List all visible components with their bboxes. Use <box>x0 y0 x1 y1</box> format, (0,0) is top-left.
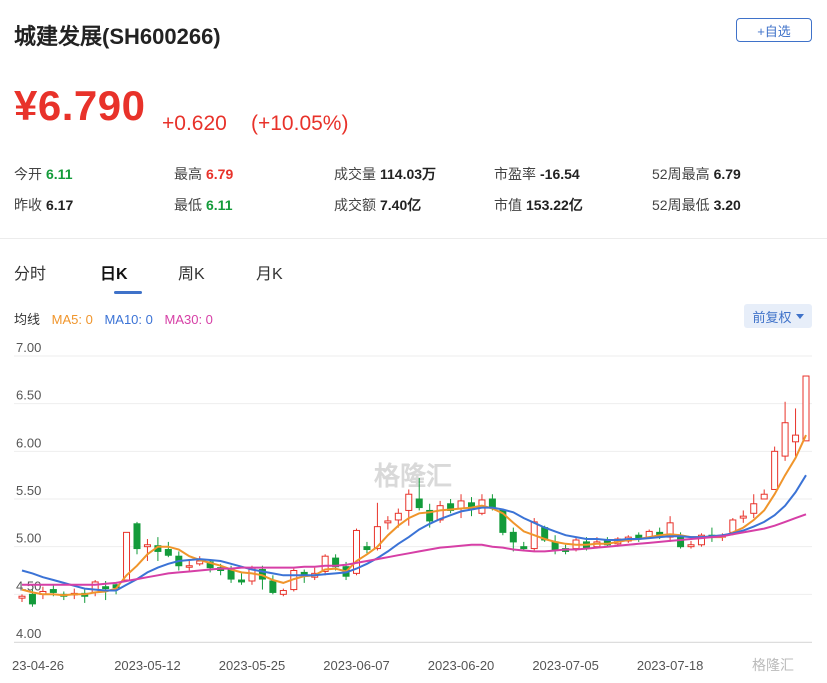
candle-body <box>49 589 57 593</box>
candle-body <box>781 422 789 457</box>
candle-body <box>185 565 193 568</box>
candle-body <box>164 549 172 556</box>
price-change-pct: (+10.05%) <box>251 112 349 135</box>
y-tick-label: 6.50 <box>16 388 41 403</box>
kline-chart[interactable]: 7.006.506.005.505.004.504.00格隆汇23-04-26 2… <box>0 340 827 683</box>
tab-3[interactable]: 月K <box>256 260 283 284</box>
stat-value: 6.79 <box>713 166 741 182</box>
stat-9: 52周最低 3.20 <box>652 195 741 215</box>
candle-body <box>750 503 758 514</box>
dropdown-caret-icon <box>795 313 804 319</box>
stat-value: 6.17 <box>46 197 74 213</box>
stat-value: 114.03万 <box>380 166 437 182</box>
quote-stats: 今开 6.11 最高 6.79 成交量 114.03万 市盈率 -16.54 52周最高 6.79… <box>14 164 814 224</box>
ma-legend: 均线 MA5: 0 MA10: 0 MA30: 0 <box>14 309 221 328</box>
stat-label: 52周最高 <box>652 166 710 182</box>
ma-label: 均线 <box>14 312 41 327</box>
stat-label: 成交量 <box>334 166 376 182</box>
x-tick-label: 2023-06-20 <box>428 658 495 673</box>
stat-value: 6.11 <box>206 197 233 213</box>
stat-6: 最低 6.11 <box>174 195 232 215</box>
candle-body <box>739 515 747 519</box>
stat-label: 今开 <box>14 166 42 182</box>
y-tick-label: 4.00 <box>16 626 41 641</box>
candle-body <box>18 595 26 599</box>
candle-body <box>28 593 36 605</box>
watermark-text: 格隆汇 <box>374 461 452 492</box>
ma-line-ma5 <box>21 434 807 597</box>
stat-0: 今开 6.11 <box>14 164 72 184</box>
stat-label: 最低 <box>174 197 202 213</box>
candle-body <box>405 493 413 511</box>
corner-watermark: 格隆汇 <box>752 658 794 674</box>
candle-body <box>133 523 141 550</box>
period-tabs: 分时 日K 周K 月K <box>14 260 414 296</box>
candle-body <box>488 498 496 509</box>
stat-7: 成交额 7.40亿 <box>334 195 421 215</box>
candle-body <box>802 375 810 442</box>
y-tick-label: 7.00 <box>16 340 41 355</box>
x-tick-label: 23-04-26 <box>12 658 64 673</box>
candle-body <box>760 493 768 500</box>
x-tick-label: 2023-05-25 <box>219 658 286 673</box>
candle-body <box>687 544 695 548</box>
x-tick-label: 2023-07-18 <box>637 658 704 673</box>
tab-2[interactable]: 周K <box>178 260 205 284</box>
stat-2: 成交量 114.03万 <box>334 164 436 184</box>
section-divider <box>0 238 827 239</box>
candle-body <box>520 546 528 550</box>
candle-body <box>102 586 110 590</box>
candle-body <box>677 536 685 548</box>
candle-body <box>143 544 151 548</box>
stat-value: 6.79 <box>206 166 234 182</box>
ma5-legend: MA5: 0 <box>51 312 93 327</box>
y-tick-label: 5.50 <box>16 483 41 498</box>
price-adjust-label: 前复权 <box>752 309 792 325</box>
x-tick-label: 2023-05-12 <box>114 658 181 673</box>
stat-3: 市盈率 -16.54 <box>494 164 580 184</box>
stat-value: 3.20 <box>713 197 741 213</box>
stat-label: 昨收 <box>14 197 42 213</box>
candle-body <box>509 531 517 543</box>
stat-8: 市值 153.22亿 <box>494 195 583 215</box>
candle-body <box>771 450 779 490</box>
stat-5: 昨收 6.17 <box>14 195 73 215</box>
candle-body <box>394 512 402 521</box>
stat-label: 成交额 <box>334 197 376 213</box>
add-watchlist-button[interactable]: +自选 <box>736 18 812 42</box>
stat-value: -16.54 <box>540 166 580 182</box>
stat-label: 市盈率 <box>494 166 536 182</box>
tab-1[interactable]: 日K <box>100 260 128 284</box>
stat-1: 最高 6.79 <box>174 164 233 184</box>
candle-body <box>91 581 99 593</box>
stat-label: 52周最低 <box>652 197 710 213</box>
candle-body <box>363 546 371 551</box>
price-change: +0.620 <box>162 112 227 135</box>
price-adjust-dropdown[interactable]: 前复权 <box>744 304 812 328</box>
candle-body <box>792 434 800 443</box>
stat-label: 最高 <box>174 166 202 182</box>
y-tick-label: 5.00 <box>16 531 41 546</box>
candle-body <box>238 579 246 583</box>
candle-body <box>269 580 277 593</box>
stat-label: 市值 <box>494 197 522 213</box>
tab-0[interactable]: 分时 <box>14 260 46 284</box>
active-tab-indicator <box>114 291 142 294</box>
candle-body <box>279 590 287 595</box>
ma10-legend: MA10: 0 <box>104 312 153 327</box>
ma30-legend: MA30: 0 <box>164 312 213 327</box>
stat-4: 52周最高 6.79 <box>652 164 741 184</box>
candle-body <box>384 520 392 524</box>
x-tick-label: 2023-07-05 <box>532 658 599 673</box>
stat-value: 7.40亿 <box>380 197 422 213</box>
y-tick-label: 6.00 <box>16 435 41 450</box>
x-tick-label: 2023-06-07 <box>323 658 390 673</box>
stat-value: 6.11 <box>46 166 73 182</box>
stock-title: 城建发展(SH600266) <box>14 24 221 49</box>
candle-body <box>415 498 423 509</box>
current-price: ¥6.790 <box>14 82 146 129</box>
stat-value: 153.22亿 <box>526 197 583 213</box>
